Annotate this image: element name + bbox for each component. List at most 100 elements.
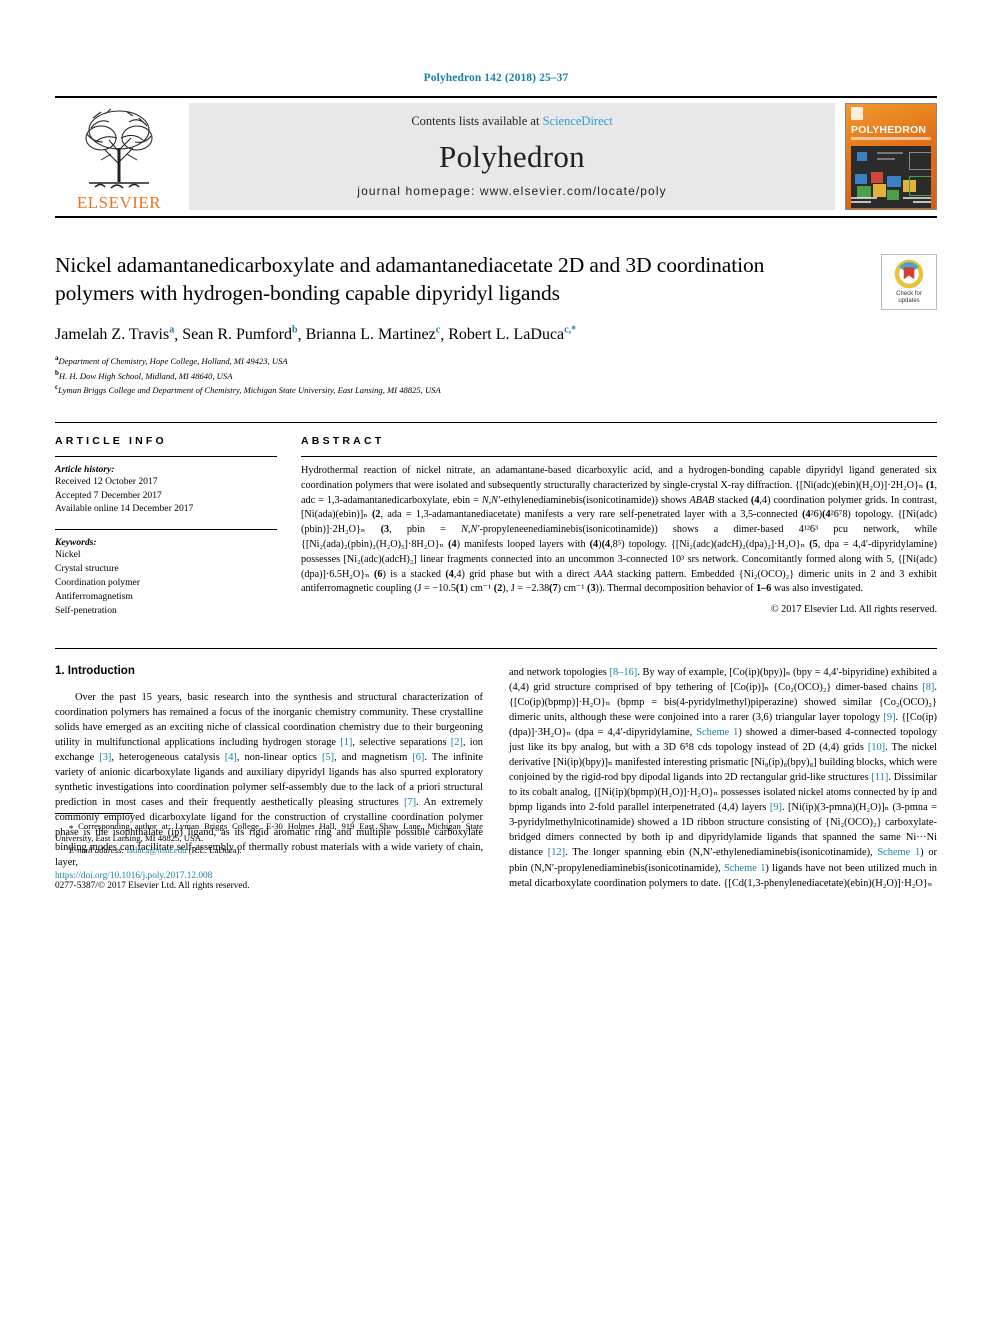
email-suffix: (R.L. LaDuca). <box>188 845 242 856</box>
crossmark-badge[interactable]: Check for updates <box>881 254 937 310</box>
scheme-link[interactable]: Scheme 1 <box>696 727 738 738</box>
journal-cover-thumbnail: POLYHEDRON <box>845 103 937 210</box>
article-info-heading: ARTICLE INFO <box>55 435 167 448</box>
affiliation-text: Department of Chemistry, Hope College, H… <box>58 356 288 367</box>
citation-link[interactable]: [5] <box>322 752 334 763</box>
sciencedirect-link[interactable]: ScienceDirect <box>543 114 613 128</box>
footnote-divider <box>55 812 133 814</box>
citation-link[interactable]: [2] <box>451 737 463 748</box>
citation-link[interactable]: [11] <box>871 772 888 783</box>
elsevier-tree-icon <box>85 108 153 189</box>
page-title: Nickel adamantanedicarboxylate and adama… <box>55 253 765 305</box>
contents-prefix: Contents lists available at <box>411 114 543 128</box>
citation-link[interactable]: [1] <box>340 737 352 748</box>
abstract-italic: AAA <box>594 568 613 580</box>
crossmark-label: Check for updates <box>896 291 922 305</box>
scheme-link[interactable]: Scheme 1 <box>724 863 765 874</box>
divider <box>55 528 277 530</box>
section-heading-introduction: 1. Introduction <box>55 664 135 677</box>
keywords-label: Keywords: <box>55 536 97 548</box>
citation-link[interactable]: [9] <box>883 712 895 723</box>
abstract-text: Hydrothermal reaction of nickel nitrate,… <box>301 465 938 595</box>
corresponding-marker: ⁎ <box>69 820 74 831</box>
doi-block: https://doi.org/10.1016/j.poly.2017.12.0… <box>55 871 483 891</box>
abstract-bold: (3 <box>380 524 390 536</box>
journal-masthead: ELSEVIER Contents lists available at Sci… <box>55 96 937 218</box>
elsevier-logo: ELSEVIER <box>55 98 183 216</box>
author-affiliation-marker: c,* <box>564 324 577 336</box>
author[interactable]: Robert L. LaDucac,* <box>448 324 577 344</box>
author-list: Jamelah Z. Travisa, Sean R. Pumfordb, Br… <box>55 324 577 344</box>
abstract-column: ABSTRACT Hydrothermal reaction of nickel… <box>301 435 937 617</box>
abstract-bold: (4 <box>601 539 611 551</box>
author-name: Robert L. LaDuca <box>448 326 565 344</box>
article-page: Polyhedron 142 (2018) 25–37 ELSEVIER Con… <box>0 0 992 1323</box>
crossmark-line1: Check for <box>896 291 922 297</box>
cover-title: POLYHEDRON <box>851 124 927 136</box>
elsevier-wordmark: ELSEVIER <box>76 193 162 212</box>
article-history-item: Received 12 October 2017 <box>55 476 158 488</box>
author-name: Sean R. Pumford <box>182 326 292 344</box>
citation-link[interactable]: [3] <box>99 752 111 763</box>
abstract-italic: ABAB <box>689 494 715 506</box>
author[interactable]: Jamelah Z. Travisa <box>55 324 175 344</box>
abstract-bold: (1 <box>455 583 465 595</box>
abstract-bold: (4 <box>750 494 760 506</box>
author[interactable]: Sean R. Pumfordb <box>182 324 298 344</box>
cover-footer-lines <box>851 197 931 205</box>
article-info-column: ARTICLE INFO Article history: Received 1… <box>55 435 277 617</box>
cover-subtitle-bar <box>851 137 931 140</box>
corresponding-text: Corresponding author at: Lyman Briggs Co… <box>55 820 483 843</box>
affiliation-item: aDepartment of Chemistry, Hope College, … <box>55 353 937 367</box>
keyword-item: Self-penetration <box>55 604 117 616</box>
affiliation-item: cLyman Briggs College and Department of … <box>55 382 937 396</box>
divider <box>301 456 937 458</box>
corresponding-author-note: ⁎ Corresponding author at: Lyman Briggs … <box>55 820 483 857</box>
journal-homepage[interactable]: journal homepage: www.elsevier.com/locat… <box>357 184 666 198</box>
email-link[interactable]: laduca@msu.edu <box>127 845 187 855</box>
author-affiliation-marker: b <box>292 324 298 336</box>
author[interactable]: Brianna L. Martinezc <box>305 324 441 344</box>
article-history-label: Article history: <box>55 464 115 476</box>
citation-link[interactable]: [8] <box>922 682 934 693</box>
author-affiliation-marker: c <box>435 324 441 336</box>
left-column: 1. Introduction Over the past 15 years, … <box>55 665 483 891</box>
divider <box>55 456 277 458</box>
abstract-bold: (5 <box>809 539 818 551</box>
citation-link[interactable]: [7] <box>404 797 416 808</box>
citation-link[interactable]: [4] <box>225 752 237 763</box>
abstract-italic: N,N′ <box>481 494 501 506</box>
citation-link[interactable]: [8–16] <box>610 667 638 678</box>
abstract-italic: N,N′ <box>461 524 480 536</box>
body-columns: 1. Introduction Over the past 15 years, … <box>55 647 938 891</box>
article-history-item: Accepted 7 December 2017 <box>55 489 162 501</box>
citation-link[interactable]: [12] <box>548 847 565 858</box>
scheme-link[interactable]: Scheme 1 <box>877 847 920 858</box>
intro-paragraph-right: and network topologies [8–16]. By way of… <box>509 666 938 889</box>
doi-link[interactable]: https://doi.org/10.1016/j.poly.2017.12.0… <box>55 871 483 881</box>
abstract-bold: (4 <box>448 539 457 551</box>
abstract-bold: (6 <box>373 568 383 580</box>
abstract-bold: (4 <box>802 509 811 521</box>
citation-link[interactable]: [10] <box>868 742 885 753</box>
contents-available-line: Contents lists available at ScienceDirec… <box>411 114 612 129</box>
author-name: Brianna L. Martinez <box>305 326 436 344</box>
crossmark-line2: updates <box>898 298 920 304</box>
footnote-block: ⁎ Corresponding author at: Lyman Briggs … <box>55 812 483 891</box>
info-abstract-section: ARTICLE INFO Article history: Received 1… <box>55 422 937 617</box>
author-name: Jamelah Z. Travis <box>55 326 170 344</box>
email-label: E-mail address: <box>69 845 125 856</box>
copyright-line: © 2017 Elsevier Ltd. All rights reserved… <box>770 604 937 616</box>
issn-copyright: 0277-5387/© 2017 Elsevier Ltd. All right… <box>55 880 250 891</box>
citation-link[interactable]: [9] <box>770 802 782 813</box>
title-block: Nickel adamantanedicarboxylate and adama… <box>55 252 937 310</box>
abstract-bold: (2 <box>371 509 381 521</box>
crossmark-icon <box>894 259 924 289</box>
citation-link[interactable]: [6] <box>412 752 424 763</box>
author-affiliation-marker: a <box>169 324 175 336</box>
article-history-item: Available online 14 December 2017 <box>55 503 194 515</box>
affiliation-text: H. H. Dow High School, Midland, MI 48640… <box>58 370 233 381</box>
affiliation-item: bH. H. Dow High School, Midland, MI 4864… <box>55 368 937 382</box>
abstract-bold: (2 <box>493 583 503 595</box>
